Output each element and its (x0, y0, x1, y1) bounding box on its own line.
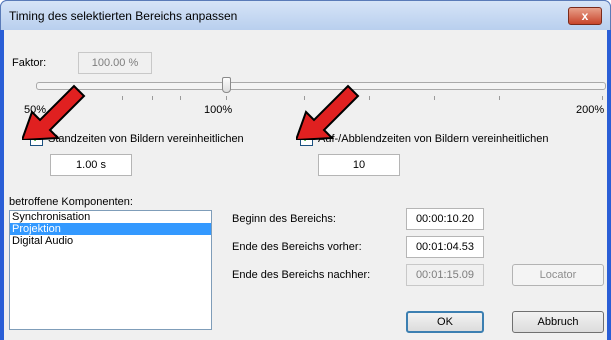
components-listbox[interactable]: Synchronisation Projektion Digital Audio (9, 210, 212, 330)
list-item-projektion[interactable]: Projektion (10, 223, 211, 235)
blendzeiten-input[interactable]: 10 (318, 154, 400, 176)
ok-button[interactable]: OK (406, 311, 484, 333)
slider-tick (180, 96, 181, 100)
close-button[interactable]: x (568, 7, 602, 25)
slider-tick (226, 96, 227, 100)
factor-slider-thumb[interactable] (222, 77, 231, 93)
slider-tick (499, 96, 500, 100)
title-bar[interactable]: Timing des selektierten Bereichs anpasse… (0, 0, 611, 30)
list-item-synchronisation[interactable]: Synchronisation (10, 211, 211, 223)
slider-tick-label-max: 200% (576, 104, 605, 116)
end-after-label: Ende des Bereichs nachher: (232, 269, 371, 281)
factor-field: 100.00 % (78, 52, 152, 74)
dialog-window: Timing des selektierten Bereichs anpasse… (0, 0, 611, 340)
begin-label: Beginn des Bereichs: (232, 213, 336, 225)
window-title: Timing des selektierten Bereichs anpasse… (9, 9, 238, 23)
end-after-field: 00:01:15.09 (406, 264, 484, 286)
slider-tick (152, 96, 153, 100)
slider-tick (602, 96, 603, 100)
factor-label: Faktor: (12, 57, 47, 69)
end-before-field[interactable]: 00:01:04.53 (406, 236, 484, 258)
dialog-client-area: Faktor: 100.00 % 50% 100% 200% Standzeit… (4, 30, 607, 340)
standzeiten-input[interactable]: 1.00 s (50, 154, 132, 176)
components-label: betroffene Komponenten: (9, 196, 133, 208)
begin-field[interactable]: 00:00:10.20 (406, 208, 484, 230)
slider-tick (369, 96, 370, 100)
slider-tick (122, 96, 123, 100)
slider-tick-label-mid: 100% (204, 104, 233, 116)
slider-tick (434, 96, 435, 100)
cancel-button[interactable]: Abbruch (512, 311, 604, 333)
red-arrow-annotation-right (296, 84, 360, 140)
locator-button[interactable]: Locator (512, 264, 604, 286)
end-before-label: Ende des Bereichs vorher: (232, 241, 362, 253)
red-arrow-annotation-left (22, 84, 86, 140)
list-item-digital-audio[interactable]: Digital Audio (10, 235, 211, 247)
